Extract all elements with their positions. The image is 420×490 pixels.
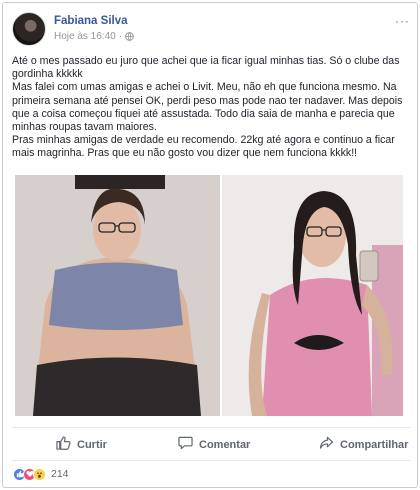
share-button[interactable]: Compartilhar	[319, 436, 408, 453]
more-options-button[interactable]: ···	[395, 14, 410, 28]
like-button[interactable]: Curtir	[56, 436, 107, 453]
post-paragraph: Até o mes passado eu juro que achei que …	[12, 55, 400, 81]
author-name[interactable]: Fabiana Silva	[54, 15, 128, 27]
thumbs-up-icon	[56, 436, 71, 453]
post-photos[interactable]	[15, 175, 403, 416]
post-actions: Curtir Comentar Compartilhar	[12, 427, 410, 461]
facebook-post-card: Fabiana Silva Hoje às 16:40 · ··· Até o …	[2, 2, 418, 488]
share-label: Compartilhar	[340, 438, 409, 451]
before-photo[interactable]	[15, 175, 220, 416]
post-paragraph: Mas falei com umas amigas e achei o Livi…	[12, 81, 403, 134]
like-label: Curtir	[77, 438, 107, 451]
share-icon	[319, 436, 334, 453]
post-meta: Hoje às 16:40 ·	[54, 31, 134, 42]
comment-button[interactable]: Comentar	[178, 436, 250, 453]
wow-reaction-icon	[33, 467, 46, 481]
author-avatar[interactable]	[12, 12, 46, 46]
post-text: Até o mes passado eu juro que achei que …	[12, 55, 412, 161]
post-paragraph: Pras minhas amigas de verdade eu recomen…	[12, 134, 395, 160]
after-photo[interactable]	[222, 175, 403, 416]
comment-label: Comentar	[199, 438, 251, 451]
post-header: Fabiana Silva Hoje às 16:40 · ···	[12, 12, 410, 46]
post-timestamp[interactable]: Hoje às 16:40	[54, 31, 116, 42]
reactions-summary[interactable]: 214	[13, 466, 69, 482]
reaction-count: 214	[51, 468, 69, 480]
globe-icon	[125, 32, 134, 41]
comment-icon	[178, 436, 193, 453]
